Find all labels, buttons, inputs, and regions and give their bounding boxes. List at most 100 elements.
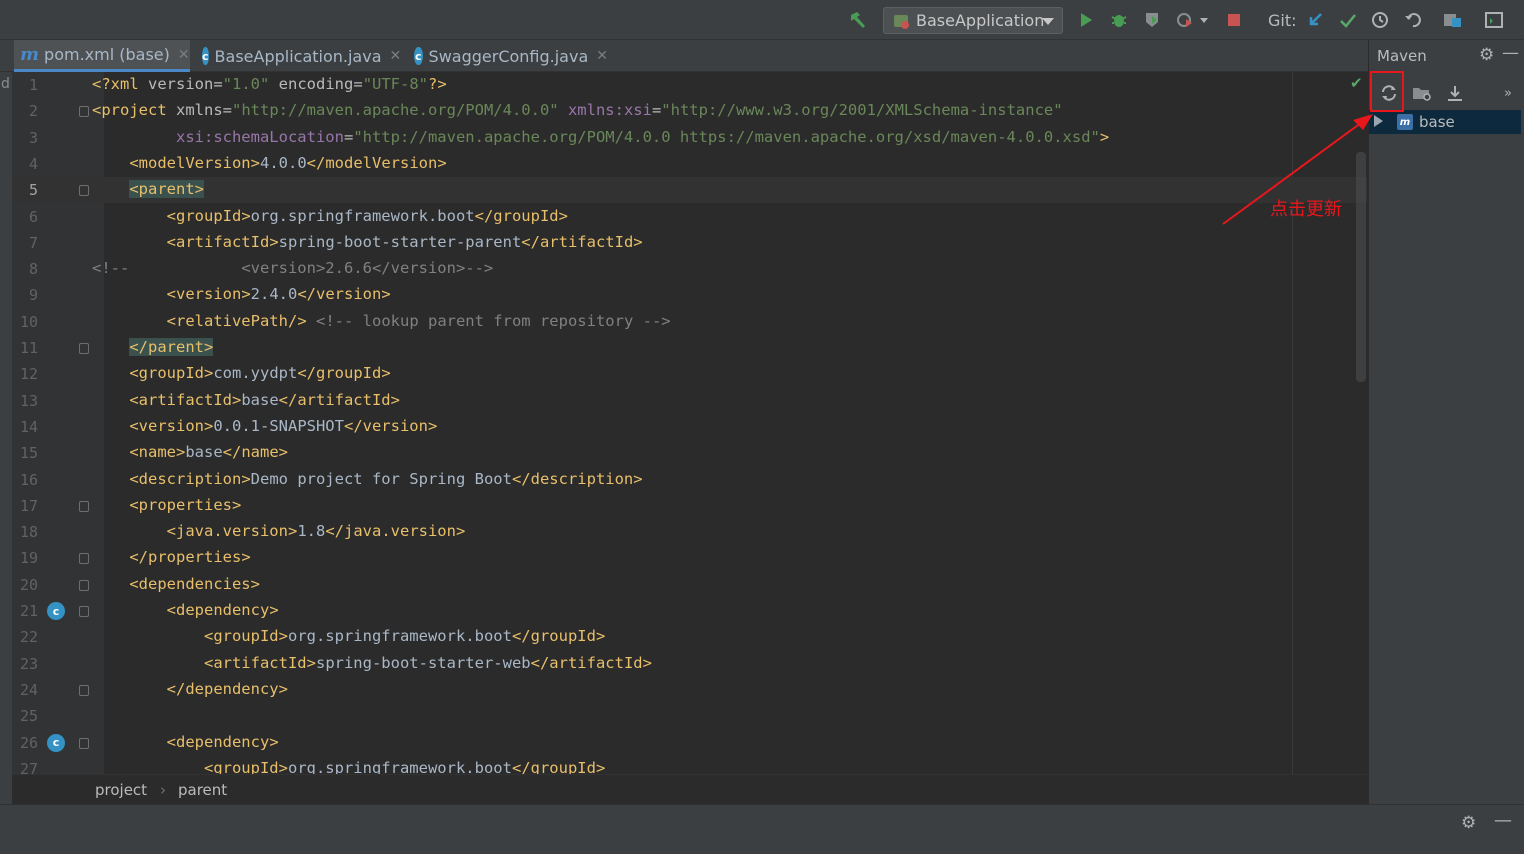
- code-line[interactable]: 14 <version>0.0.1-SNAPSHOT</version>: [12, 414, 1367, 440]
- project-structure-icon[interactable]: [1441, 8, 1465, 32]
- code-line[interactable]: 20 <dependencies>: [12, 572, 1367, 598]
- breadcrumb-item-parent[interactable]: parent: [178, 781, 227, 799]
- tab-label: SwaggerConfig.java: [428, 46, 589, 66]
- line-number: 12: [19, 365, 38, 384]
- code-line[interactable]: 21 c <dependency>: [12, 598, 1367, 624]
- breadcrumb-separator: ›: [160, 781, 166, 799]
- run-configuration-select[interactable]: BaseApplication: [883, 7, 1063, 34]
- minimize-icon[interactable]: —: [1502, 43, 1519, 63]
- breadcrumb-item-project[interactable]: project: [95, 781, 147, 799]
- code-line[interactable]: 27 <groupId>org.springframework.boot</gr…: [12, 756, 1367, 774]
- code-line[interactable]: 16 <description>Demo project for Spring …: [12, 467, 1367, 493]
- left-strip-label: d: [1, 76, 10, 92]
- fold-marker-icon[interactable]: [79, 343, 89, 354]
- run-icon[interactable]: [1074, 8, 1098, 32]
- code-line[interactable]: 19 </properties>: [12, 545, 1367, 571]
- code-line[interactable]: 24 </dependency>: [12, 677, 1367, 703]
- main-toolbar: BaseApplication Git:: [0, 0, 1524, 40]
- more-icon[interactable]: »: [1495, 80, 1521, 106]
- code-text: <properties>: [129, 495, 242, 514]
- fold-marker-icon[interactable]: [79, 500, 89, 512]
- navigate-gutter-icon[interactable]: c: [47, 602, 65, 620]
- chevron-down-icon: [1042, 18, 1054, 25]
- code-line[interactable]: 15 <name>base</name>: [12, 440, 1367, 466]
- vcs-commit-icon[interactable]: [1336, 8, 1360, 32]
- maven-tree-item-base[interactable]: m base: [1369, 110, 1521, 134]
- navigate-gutter-icon[interactable]: c: [47, 733, 65, 752]
- code-text: <dependency>: [166, 601, 279, 619]
- minimize-icon[interactable]: —: [1494, 810, 1512, 831]
- download-sources-icon[interactable]: [1442, 80, 1468, 106]
- coverage-icon[interactable]: [1140, 8, 1164, 32]
- fold-marker-icon[interactable]: [79, 606, 89, 617]
- code-text: <groupId>org.springframework.boot</group…: [203, 627, 606, 646]
- code-line[interactable]: 3 xsi:schemaLocation="http://maven.apach…: [12, 125, 1367, 151]
- code-line[interactable]: 23 <artifactId>spring-boot-starter-web</…: [12, 651, 1367, 677]
- fold-marker-icon[interactable]: [79, 553, 89, 565]
- gear-icon[interactable]: ⚙: [1461, 813, 1476, 833]
- rollback-icon[interactable]: [1401, 8, 1425, 32]
- code-line[interactable]: 2 <project xmlns="http://maven.apache.org…: [12, 98, 1367, 124]
- terminal-window-icon[interactable]: [1482, 8, 1506, 32]
- code-text: <parent>: [129, 180, 204, 199]
- code-line[interactable]: 9 <version>2.4.0</version>: [12, 282, 1367, 308]
- code-line[interactable]: 17 <properties>: [12, 493, 1367, 519]
- history-icon[interactable]: [1368, 8, 1392, 32]
- code-text: <dependency>: [166, 732, 279, 751]
- code-text: <?xml version="1.0" encoding="UTF-8"?>: [92, 75, 447, 93]
- fold-marker-icon[interactable]: [79, 579, 89, 591]
- run-configuration-label: BaseApplication: [916, 11, 1045, 30]
- line-number: 23: [19, 654, 38, 673]
- code-line[interactable]: 22 <groupId>org.springframework.boot</gr…: [12, 624, 1367, 650]
- tab-pom-xml[interactable]: m pom.xml (base) ✕: [14, 40, 190, 72]
- code-line[interactable]: 12 <groupId>com.yydpt</groupId>: [12, 361, 1367, 387]
- line-number: 25: [19, 707, 38, 726]
- code-text: <description>Demo project for Spring Boo…: [129, 469, 643, 488]
- code-text: <version>2.4.0</version>: [166, 285, 391, 304]
- spring-boot-class-icon: c: [202, 47, 209, 65]
- tab-label: pom.xml (base): [44, 45, 170, 64]
- code-line[interactable]: 11 </parent>: [12, 335, 1367, 361]
- fold-marker-icon[interactable]: [79, 737, 89, 749]
- code-text: <groupId>org.springframework.boot</group…: [166, 206, 568, 225]
- profile-icon[interactable]: [1173, 8, 1197, 32]
- code-line[interactable]: 6 <groupId>org.springframework.boot</gro…: [12, 204, 1367, 230]
- gear-icon[interactable]: ⚙: [1479, 45, 1494, 65]
- line-number: 13: [19, 391, 38, 410]
- build-hammer-icon[interactable]: [846, 8, 870, 32]
- code-line[interactable]: 4 <modelVersion>4.0.0</modelVersion>: [12, 151, 1367, 177]
- vcs-update-icon[interactable]: [1303, 8, 1327, 32]
- code-text: <artifactId>base</artifactId>: [129, 390, 400, 409]
- code-text: <modelVersion>4.0.0</modelVersion>: [129, 153, 447, 172]
- tab-swagger-config[interactable]: c SwaggerConfig.java ✕: [408, 40, 608, 72]
- chevron-down-icon[interactable]: [1196, 8, 1212, 32]
- code-line[interactable]: 10 <relativePath/> <!-- lookup parent fr…: [12, 309, 1367, 335]
- code-line[interactable]: 8 <!-- <version>2.6.6</version>-->: [12, 256, 1367, 282]
- line-number: 8: [28, 260, 38, 279]
- code-editor[interactable]: 1 <?xml version="1.0" encoding="UTF-8"?> 2…: [12, 72, 1367, 774]
- stop-icon[interactable]: [1222, 8, 1246, 32]
- code-line[interactable]: 18 <java.version>1.8</java.version>: [12, 519, 1367, 545]
- code-line[interactable]: 25: [12, 703, 1367, 729]
- code-line[interactable]: 26 c <dependency>: [12, 730, 1367, 756]
- code-line[interactable]: 13 <artifactId>base</artifactId>: [12, 388, 1367, 414]
- line-number: 22: [19, 628, 38, 647]
- line-number: 15: [19, 444, 38, 463]
- tab-base-application[interactable]: c BaseApplication.java ✕: [196, 40, 401, 72]
- code-text: <artifactId>spring-boot-starter-parent</…: [166, 232, 643, 251]
- editor-tab-bar: m pom.xml (base) ✕ c BaseApplication.jav…: [0, 40, 1368, 72]
- line-number: 17: [19, 496, 38, 515]
- close-icon[interactable]: ✕: [390, 48, 402, 64]
- debug-icon[interactable]: [1107, 8, 1131, 32]
- add-maven-project-icon[interactable]: [1409, 80, 1435, 106]
- close-icon[interactable]: ✕: [178, 47, 190, 63]
- close-icon[interactable]: ✕: [596, 48, 608, 64]
- code-line[interactable]: 1 <?xml version="1.0" encoding="UTF-8"?>: [12, 72, 1367, 98]
- fold-marker-icon[interactable]: [79, 185, 89, 197]
- fold-marker-icon[interactable]: [79, 684, 89, 696]
- code-line[interactable]: 7 <artifactId>spring-boot-starter-parent…: [12, 230, 1367, 256]
- code-line[interactable]: 5 <parent>: [12, 177, 1367, 204]
- code-text: <groupId>com.yydpt</groupId>: [129, 364, 391, 383]
- fold-marker-icon[interactable]: [79, 106, 89, 118]
- line-number: 20: [19, 575, 38, 594]
